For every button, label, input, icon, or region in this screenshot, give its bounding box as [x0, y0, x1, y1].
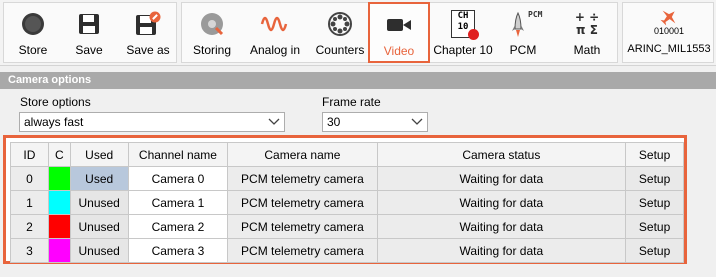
camera-table-frame: ID C Used Channel name Camera name Camer…	[3, 135, 687, 264]
row-color-swatch[interactable]	[47, 190, 71, 215]
row-id: 2	[10, 214, 49, 239]
header-setup[interactable]: Setup	[625, 142, 684, 167]
chevron-down-icon	[268, 118, 280, 125]
header-color[interactable]: C	[47, 142, 71, 167]
row-used-toggle[interactable]: Used	[69, 166, 129, 191]
table-row: 1 Unused Camera 1 PCM telemetry camera W…	[10, 190, 684, 215]
bus-group: 010001 ARINC_MIL1553	[622, 2, 714, 63]
table-row: 2 Unused Camera 2 PCM telemetry camera W…	[10, 214, 684, 239]
frame-rate-label: Frame rate	[322, 95, 381, 109]
store-options-label: Store options	[20, 95, 91, 109]
video-button[interactable]: Video	[368, 2, 430, 63]
row-used-toggle[interactable]: Unused	[69, 238, 129, 263]
row-camera-name: PCM telemetry camera	[227, 190, 378, 215]
video-camera-icon	[370, 10, 428, 40]
row-camera-status: Waiting for data	[376, 166, 627, 191]
row-channel-name[interactable]: Camera 0	[127, 166, 229, 191]
header-channel-name[interactable]: Channel name	[127, 142, 229, 167]
math-button[interactable]: + ÷ π Σ Math	[562, 3, 612, 62]
row-color-swatch[interactable]	[47, 238, 71, 263]
row-color-swatch[interactable]	[47, 214, 71, 239]
airplane-icon: 010001	[625, 7, 713, 37]
frame-rate-select[interactable]: 30	[322, 112, 428, 132]
row-channel-name[interactable]: Camera 1	[127, 190, 229, 215]
row-camera-status: Waiting for data	[376, 190, 627, 215]
row-camera-status: Waiting for data	[376, 238, 627, 263]
chapter10-icon: CH 10	[432, 9, 494, 40]
modules-group: Storing Analog in Counters Video CH 10 C…	[181, 2, 618, 63]
save-button[interactable]: Save	[62, 3, 116, 62]
chevron-down-icon	[411, 118, 423, 125]
row-channel-name[interactable]: Camera 3	[127, 238, 229, 263]
row-camera-status: Waiting for data	[376, 214, 627, 239]
sine-wave-icon	[244, 9, 306, 39]
header-camera-name[interactable]: Camera name	[227, 142, 378, 167]
camera-options-header: Camera options	[0, 72, 716, 89]
row-id: 1	[10, 190, 49, 215]
chapter10-button[interactable]: CH 10 Chapter 10	[432, 3, 494, 62]
row-setup-button[interactable]: Setup	[625, 238, 684, 263]
row-color-swatch[interactable]	[47, 166, 71, 191]
header-used[interactable]: Used	[69, 142, 129, 167]
record-icon	[6, 9, 60, 39]
save-as-button[interactable]: Save as	[120, 3, 176, 62]
floppy-icon	[62, 9, 116, 39]
row-id: 0	[10, 166, 49, 191]
store-options-select[interactable]: always fast	[19, 112, 285, 132]
row-setup-button[interactable]: Setup	[625, 214, 684, 239]
table-row: 0 Used Camera 0 PCM telemetry camera Wai…	[10, 166, 684, 191]
table-row: 3 Unused Camera 3 PCM telemetry camera W…	[10, 238, 684, 263]
file-group: Store Save Save as	[3, 2, 177, 63]
row-used-toggle[interactable]: Unused	[69, 190, 129, 215]
row-id: 3	[10, 238, 49, 263]
row-used-toggle[interactable]: Unused	[69, 214, 129, 239]
disk-icon	[186, 9, 238, 39]
toolbar-ribbon: Store Save Save as Storing Analog in Cou…	[0, 0, 716, 66]
counter-wheel-icon	[310, 9, 370, 39]
arinc-mil1553-button[interactable]: 010001 ARINC_MIL1553	[625, 3, 713, 62]
storing-button[interactable]: Storing	[186, 3, 238, 62]
save-as-icon	[120, 9, 176, 39]
header-id[interactable]: ID	[10, 142, 49, 167]
store-button[interactable]: Store	[6, 3, 60, 62]
math-symbols-icon: + ÷ π Σ	[574, 10, 600, 37]
camera-table: ID C Used Channel name Camera name Camer…	[10, 142, 684, 263]
row-setup-button[interactable]: Setup	[625, 190, 684, 215]
rocket-icon: PCM	[498, 9, 548, 39]
row-setup-button[interactable]: Setup	[625, 166, 684, 191]
row-camera-name: PCM telemetry camera	[227, 214, 378, 239]
row-camera-name: PCM telemetry camera	[227, 166, 378, 191]
analog-in-button[interactable]: Analog in	[244, 3, 306, 62]
row-camera-name: PCM telemetry camera	[227, 238, 378, 263]
pcm-button[interactable]: PCM PCM	[498, 3, 548, 62]
table-header-row: ID C Used Channel name Camera name Camer…	[10, 142, 684, 167]
header-camera-status[interactable]: Camera status	[376, 142, 627, 167]
counters-button[interactable]: Counters	[310, 3, 370, 62]
row-channel-name[interactable]: Camera 2	[127, 214, 229, 239]
